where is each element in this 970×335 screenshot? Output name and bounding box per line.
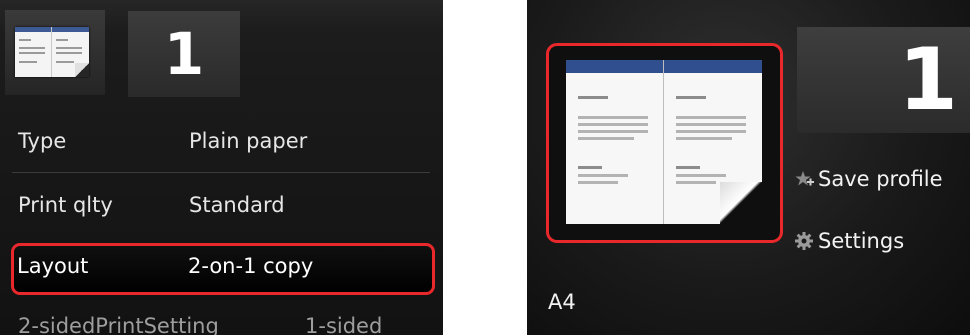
setting-row-type[interactable]: Type Plain paper bbox=[12, 118, 430, 166]
copies-count[interactable]: 1 bbox=[797, 27, 970, 133]
save-profile-label: Save profile bbox=[818, 167, 943, 191]
setting-label: Layout bbox=[17, 254, 89, 278]
copy-standby-screen: 1 Save profile Settings A4 bbox=[527, 0, 970, 335]
setting-value: Standard bbox=[189, 193, 285, 217]
paper-size-label[interactable]: A4 bbox=[548, 290, 576, 314]
setting-value: Plain paper bbox=[189, 129, 308, 153]
two-page-document-icon bbox=[15, 27, 89, 77]
settings-button[interactable]: Settings bbox=[793, 229, 904, 253]
layout-thumbnail[interactable] bbox=[5, 10, 105, 95]
copy-settings-screen: 1 Type Plain paper Print qlty Standard L… bbox=[0, 0, 443, 335]
setting-value: 2-on-1 copy bbox=[188, 254, 314, 278]
setting-row-print-quality[interactable]: Print qlty Standard bbox=[12, 182, 430, 230]
setting-value: 1-sided bbox=[305, 314, 383, 335]
gear-icon bbox=[793, 230, 815, 252]
setting-row-layout[interactable]: Layout 2-on-1 copy bbox=[11, 243, 435, 295]
two-on-one-layout-preview-icon bbox=[566, 60, 762, 224]
setting-label: Print qlty bbox=[18, 193, 113, 217]
save-profile-button[interactable]: Save profile bbox=[793, 167, 943, 191]
settings-label: Settings bbox=[818, 229, 905, 253]
copies-count[interactable]: 1 bbox=[128, 11, 240, 97]
setting-row-two-sided[interactable]: 2-sidedPrintSetting 1-sided bbox=[12, 303, 430, 335]
setting-label: Type bbox=[18, 129, 67, 153]
setting-label: 2-sidedPrintSetting bbox=[18, 314, 219, 335]
star-plus-icon bbox=[793, 168, 815, 190]
layout-preview[interactable] bbox=[546, 43, 783, 243]
row-divider bbox=[12, 172, 430, 173]
